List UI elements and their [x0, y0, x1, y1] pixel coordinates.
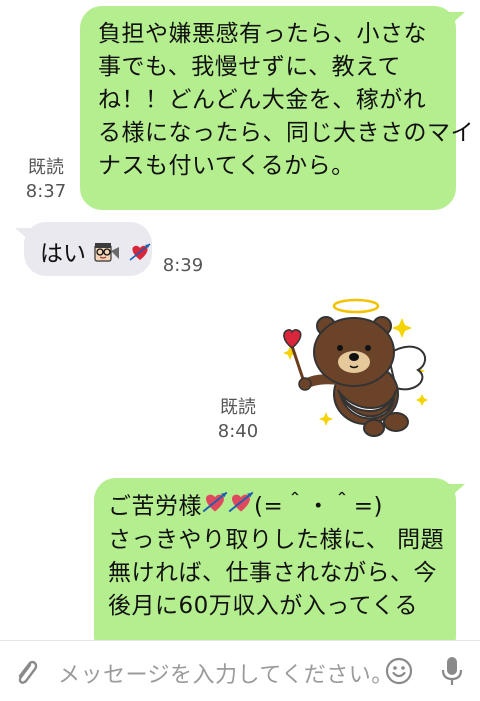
- incoming-message-bubble[interactable]: はい: [15, 222, 152, 276]
- message-input-bar: メッセージを入力してください。: [0, 640, 480, 701]
- message-meta: 既読 8:37: [20, 156, 72, 204]
- message-line: ナスも付いてくるから。: [98, 153, 355, 179]
- message-text: はい: [40, 241, 86, 267]
- chat-history[interactable]: 負担や嫌悪感有ったら、小さな 事でも、我慢せずに、教えて ね！！どんどん大金を、…: [0, 0, 480, 640]
- smiley-icon[interactable]: [385, 657, 413, 689]
- outgoing-message-bubble[interactable]: 負担や嫌悪感有ったら、小さな 事でも、我慢せずに、教えて ね！！どんどん大金を、…: [80, 6, 474, 210]
- heart-with-arrow-icon: [202, 490, 228, 524]
- message-line: 事でも、我慢せずに、教えて: [98, 54, 401, 80]
- message-line: 無ければ、仕事されながら、今: [108, 560, 437, 586]
- timestamp: 8:40: [217, 421, 259, 442]
- heart-with-arrow-icon: [228, 490, 254, 524]
- message-line: さっきやり取りした様に、 問題: [108, 527, 445, 553]
- message-input[interactable]: メッセージを入力してください。: [58, 657, 394, 689]
- read-receipt: 既読: [220, 397, 256, 418]
- outgoing-message-bubble[interactable]: ご苦労様 (=＾・＾=) さっきやり取りした様に、 問題 無ければ、仕事されながら…: [94, 478, 465, 640]
- message-line: る様になったら、同じ大きさのマイ: [98, 120, 474, 146]
- message-text: ご苦労様: [108, 493, 202, 520]
- read-receipt: 既読: [28, 157, 64, 178]
- man-with-glasses-icon: [93, 241, 121, 269]
- timestamp: 8:39: [162, 255, 204, 276]
- bubble-tail: [449, 12, 465, 26]
- message-line: ご苦労様 (=＾・＾=): [108, 490, 446, 524]
- message-meta: 既読 8:40: [212, 396, 264, 444]
- emoticon-text: (=＾・＾=): [254, 493, 383, 520]
- heart-with-arrow-icon: [129, 242, 151, 268]
- message-line: ね！！どんどん大金を、稼がれ: [98, 87, 427, 113]
- paperclip-icon[interactable]: [12, 657, 40, 691]
- microphone-icon[interactable]: [440, 655, 464, 691]
- brown-bear-cupid-sticker[interactable]: [270, 294, 450, 444]
- message-meta: 8:39: [160, 254, 206, 278]
- message-line: 後月に60万収入が入ってくる: [108, 593, 418, 619]
- bubble-tail: [15, 228, 31, 242]
- timestamp: 8:37: [25, 181, 67, 202]
- bubble-tail: [449, 484, 465, 498]
- message-line: 負担や嫌悪感有ったら、小さな: [98, 21, 427, 47]
